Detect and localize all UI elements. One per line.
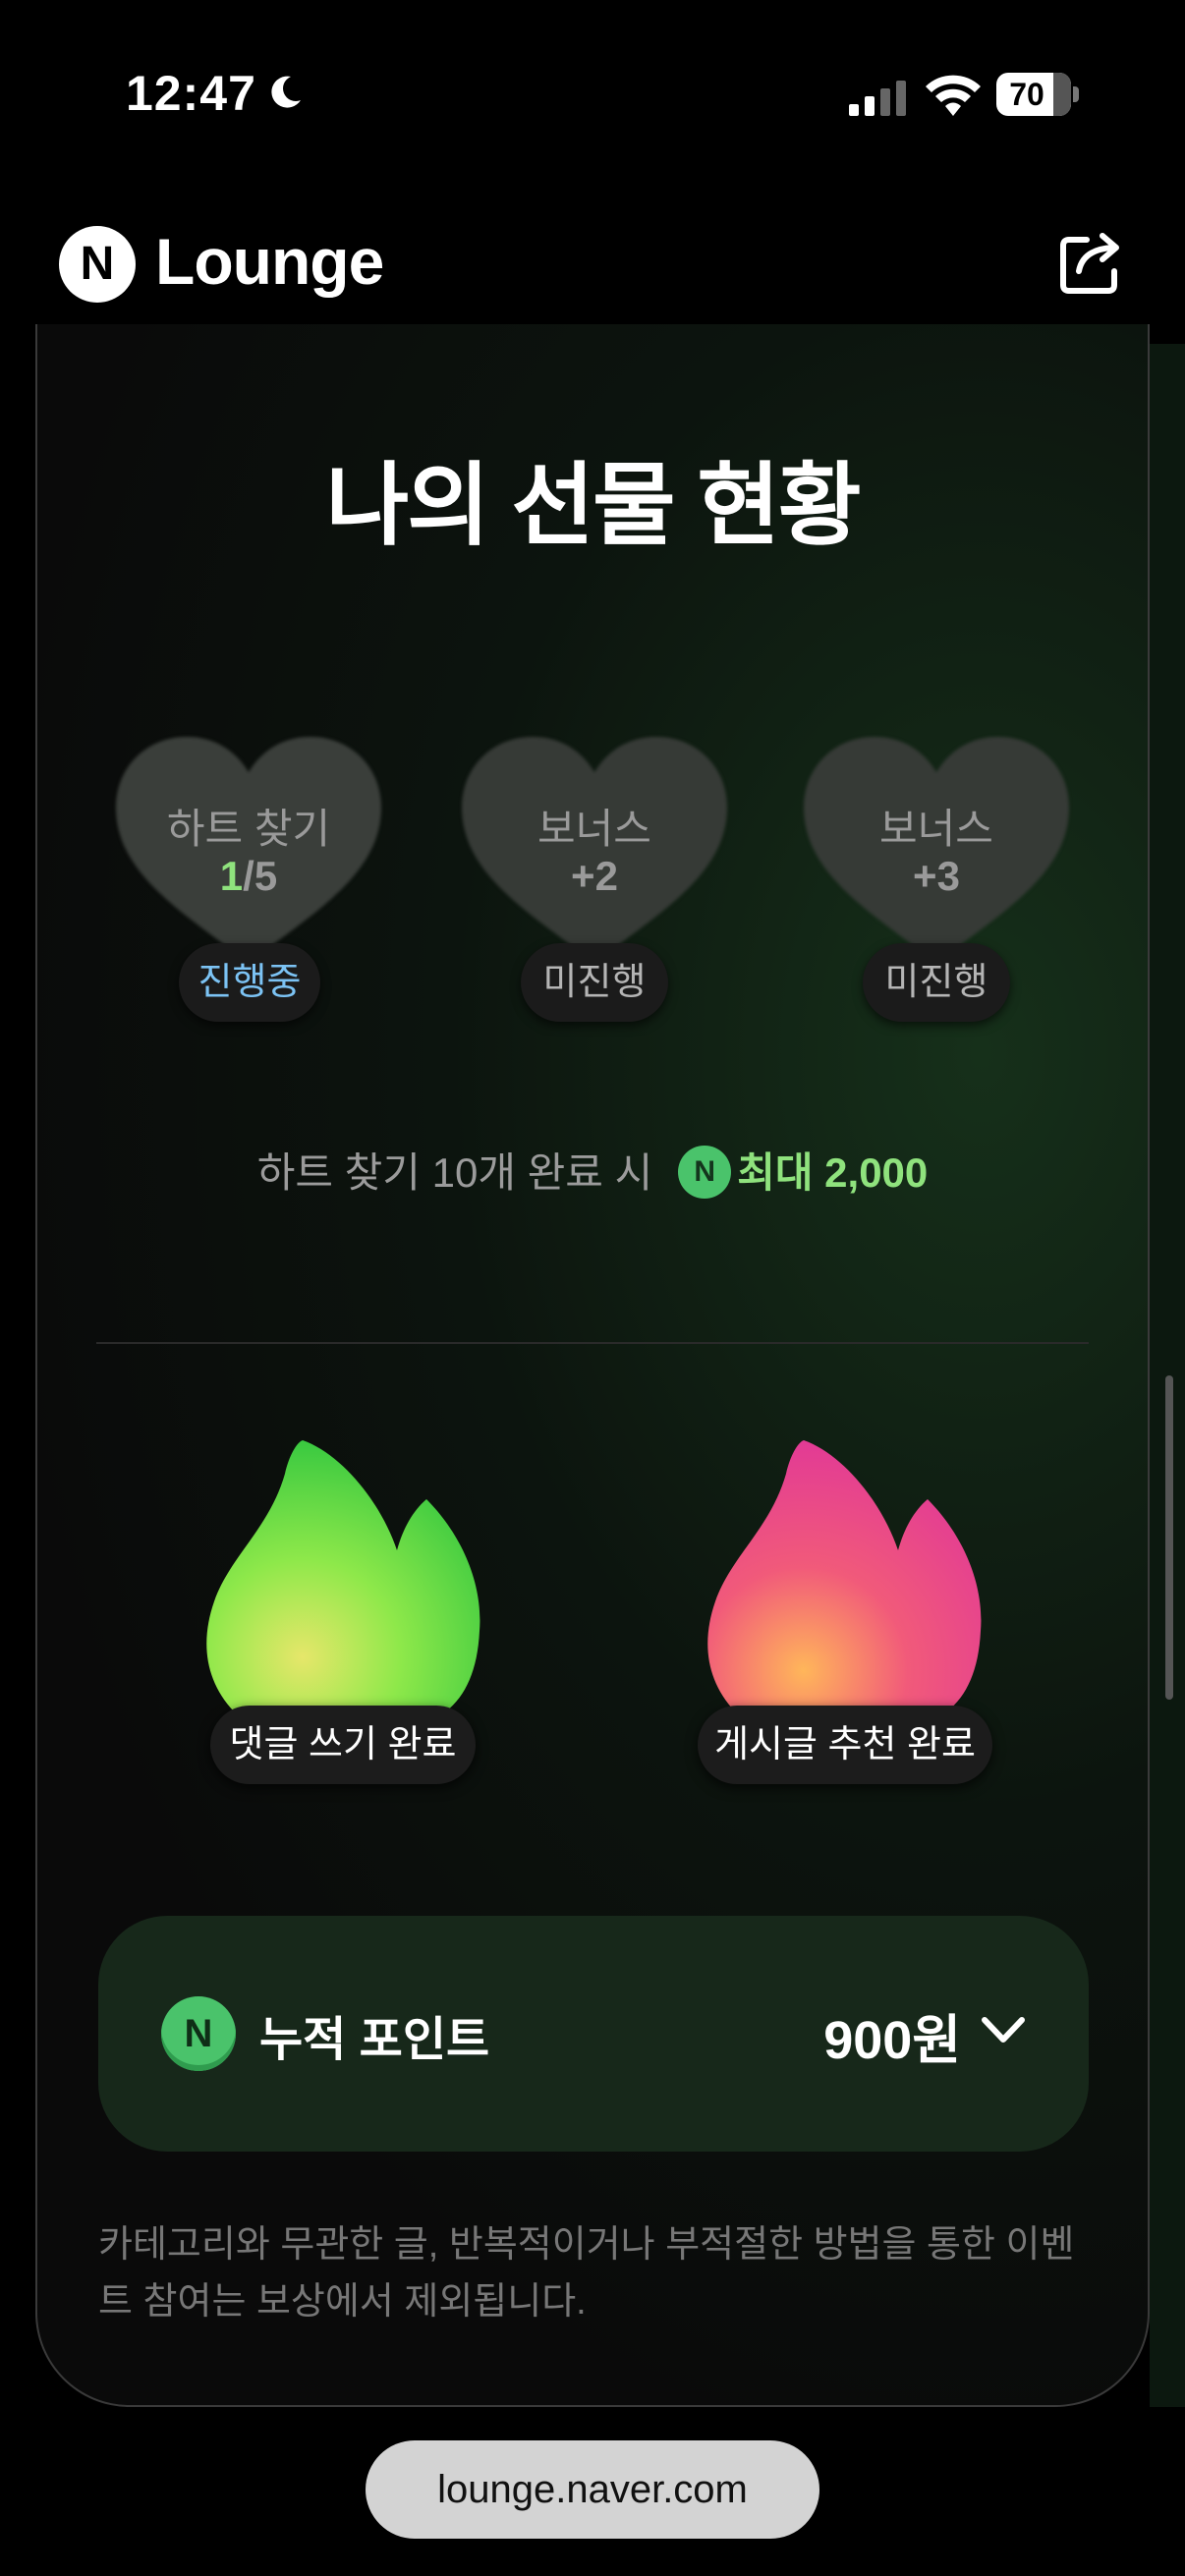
heart-label: 보너스 [537,806,651,852]
gift-status-card: 나의 선물 현황 하트 찾기 1/5 진행중 보너스 +2 미진행 보너스 +3… [35,324,1150,2407]
section-divider [96,1342,1089,1344]
heart-label: 하트 찾기 [166,806,331,852]
naver-coin-icon: N [161,1996,236,2071]
event-notice: 카테고리와 무관한 글, 반복적이거나 부적절한 방법을 통한 이벤트 참여는 … [98,2224,1075,2323]
status-time: 12:47 [126,66,256,121]
mission-comment-label: 댓글 쓰기 완료 [210,1706,476,1784]
points-value: 900원 [823,2011,961,2070]
status-badge-not-started: 미진행 [863,943,1010,1022]
brand-title[interactable]: Lounge [155,224,384,299]
app-header: N Lounge [0,187,1185,344]
pink-flame-icon [707,1440,982,1711]
green-flame-icon [206,1440,480,1711]
cellular-signal-icon [849,81,906,116]
logo-letter: N [80,238,115,290]
heart-value: +3 [913,853,960,899]
max-reward-amount: 최대 2,000 [737,1149,929,1196]
status-badge-not-started: 미진행 [521,943,668,1022]
max-reward-line: 하트 찾기 10개 완료 시 N 최대 2,000 [37,1140,1148,1203]
max-reward-prefix: 하트 찾기 10개 완료 시 [256,1149,653,1196]
chevron-down-icon[interactable] [979,2010,1028,2049]
accumulated-points-row[interactable]: N 누적 포인트 900원 [98,1916,1089,2152]
points-label: 누적 포인트 [259,2014,490,2066]
wifi-icon [926,75,981,116]
heart-count: 1/5 [219,853,278,899]
url-bar[interactable]: lounge.naver.com [366,2440,819,2539]
battery-indicator: 70 [996,73,1079,116]
share-icon[interactable] [1057,228,1126,297]
heart-bonus-2: 보너스 +2 [462,737,727,973]
naver-coin-icon: N [678,1145,732,1199]
status-bar: 12:47 70 [0,0,1185,187]
page-title: 나의 선물 현황 [325,456,862,556]
naver-logo[interactable]: N [59,226,136,303]
moon-icon [271,76,301,108]
battery-level: 70 [1009,77,1044,112]
heart-find-progress: 하트 찾기 1/5 [116,737,381,973]
heart-bonus-3: 보너스 +3 [804,737,1069,973]
heart-label: 보너스 [879,806,993,852]
heart-value: +2 [571,853,618,899]
scrollbar[interactable] [1165,1375,1173,1700]
status-badge-in-progress: 진행중 [179,943,320,1022]
mission-recommend-label: 게시글 추천 완료 [698,1706,992,1784]
